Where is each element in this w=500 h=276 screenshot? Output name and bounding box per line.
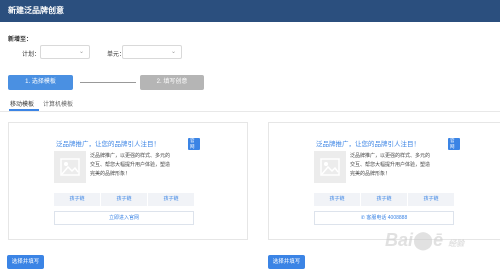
section-label: 新增至： [8, 37, 33, 43]
ad-preview-1: 泛品牌推广，让您的品牌引人注目！ 官网 泛品牌推广，以更强的样式、多元的 交互、… [48, 138, 200, 230]
sublink-button: 孩子链 [54, 193, 100, 206]
call-label: 客服电话 [366, 215, 387, 221]
tab-mobile-template[interactable]: 移动模板 [10, 99, 34, 108]
tabs-divider [0, 111, 500, 112]
sublink-button: 孩子链 [148, 193, 194, 206]
phone-number: 4008888 [387, 215, 408, 221]
watermark-logo: Bai⬤ē 经验 [385, 230, 465, 250]
ad-description-line: 完美的品牌形象！ [90, 171, 131, 177]
sublink-button: 孩子链 [101, 193, 147, 206]
ad-title: 泛品牌推广，让您的品牌引人注目！ [316, 141, 420, 148]
image-placeholder [54, 151, 86, 183]
ad-badge: 官网 [188, 138, 200, 150]
step-2[interactable]: 2. 填写创意 [140, 75, 204, 90]
phone-icon: ✆ [360, 215, 365, 221]
ad-description-line: 交互、帮您大幅提升用户体验，塑造 [90, 162, 171, 168]
call-button: ✆ 客服电话 4008888 [314, 211, 454, 225]
select-and-fill-button[interactable]: 选择并填写 [7, 255, 44, 269]
ad-badge: 官网 [448, 138, 460, 150]
select-and-fill-button[interactable]: 选择并填写 [268, 255, 305, 269]
ad-preview-2: 泛品牌推广，让您的品牌引人注目！ 官网 泛品牌推广，以更强的样式、多元的 交互、… [308, 138, 460, 230]
step-connector [80, 82, 136, 83]
image-icon [320, 158, 340, 176]
enter-site-button: 立即进入官网 [54, 211, 194, 225]
ad-title: 泛品牌推广，让您的品牌引人注目！ [56, 141, 160, 148]
unit-select[interactable]: ⌄ [122, 45, 182, 59]
plan-select[interactable]: ⌄ [40, 45, 90, 59]
ad-description-line: 交互、帮您大幅提升用户体验，塑造 [350, 162, 431, 168]
image-placeholder [314, 151, 346, 183]
dialog-titlebar: 新建泛品牌创意 [0, 0, 500, 22]
chevron-down-icon: ⌄ [170, 49, 176, 55]
image-icon [60, 158, 80, 176]
dialog-title: 新建泛品牌创意 [8, 6, 64, 15]
chevron-down-icon: ⌄ [78, 49, 84, 55]
ad-description-line: 完美的品牌形象！ [350, 171, 391, 177]
step-1[interactable]: 1. 选择模板 [8, 75, 73, 90]
ad-description-line: 泛品牌推广，以更强的样式、多元的 [90, 153, 171, 159]
ad-description-line: 泛品牌推广，以更强的样式、多元的 [350, 153, 431, 159]
tab-computer-template[interactable]: 计算机模板 [43, 99, 73, 108]
sublink-button: 孩子链 [314, 193, 360, 206]
plan-label: 计划： [22, 52, 41, 58]
sublink-button: 孩子链 [361, 193, 407, 206]
sublink-button: 孩子链 [408, 193, 454, 206]
